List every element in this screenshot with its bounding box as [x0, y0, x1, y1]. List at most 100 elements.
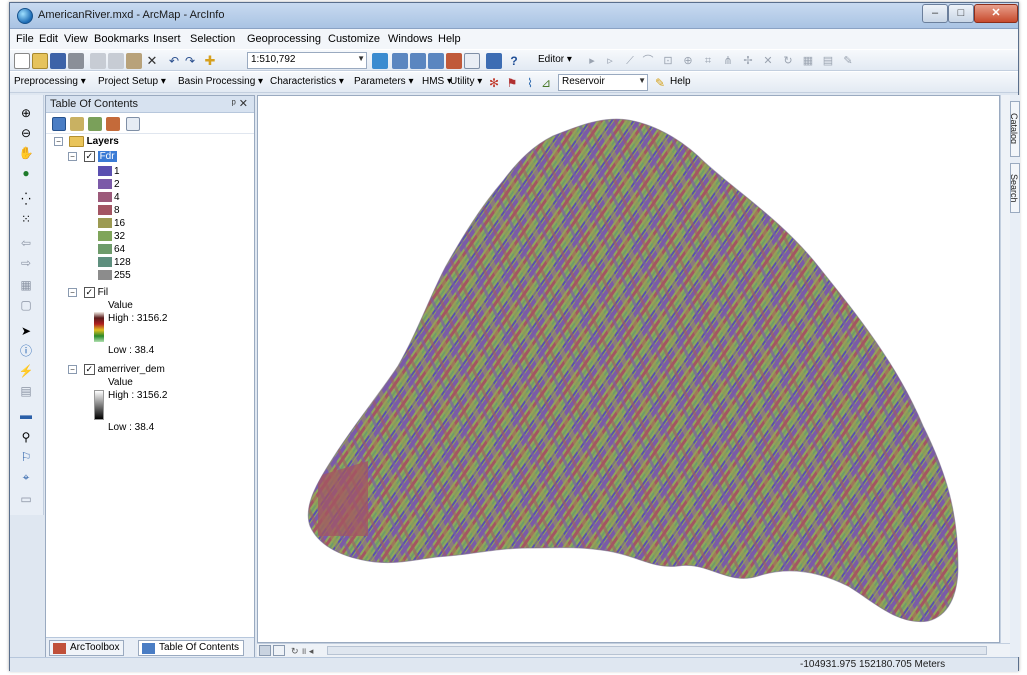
tab-catalog[interactable]: Catalog: [1010, 101, 1020, 157]
split-tool-icon[interactable]: ✕: [760, 53, 776, 69]
forward-extent-icon[interactable]: ⇨: [18, 255, 34, 271]
editor-toolbar-icon[interactable]: [372, 53, 388, 69]
catalog-window-icon[interactable]: [410, 53, 426, 69]
layer-visibility-checkbox[interactable]: ✓: [83, 151, 95, 162]
list-by-drawing-order-icon[interactable]: [52, 117, 66, 131]
close-button[interactable]: ✕: [974, 4, 1018, 23]
menu-geoprocessing[interactable]: Geoprocessing: [247, 33, 321, 45]
copy-icon[interactable]: [108, 53, 124, 69]
options-icon[interactable]: [126, 117, 140, 131]
new-document-icon[interactable]: [14, 53, 30, 69]
arctoolbox-icon[interactable]: [446, 53, 462, 69]
table-of-contents-icon[interactable]: [392, 53, 408, 69]
map-horizontal-scrollbar[interactable]: ↻ ॥ ◂: [257, 643, 1010, 657]
menu-insert[interactable]: Insert: [153, 33, 181, 45]
map-display[interactable]: [257, 95, 1000, 643]
measure-icon[interactable]: ▬: [18, 407, 34, 423]
list-by-source-icon[interactable]: [70, 117, 84, 131]
add-data-icon[interactable]: ✚: [202, 53, 218, 69]
menu-hms[interactable]: HMS ▾: [422, 76, 452, 87]
menu-basin-processing[interactable]: Basin Processing ▾: [178, 76, 263, 87]
layer-fdr[interactable]: − ✓ Fdr: [68, 151, 117, 163]
menu-parameters[interactable]: Parameters ▾: [354, 76, 413, 87]
redo-icon[interactable]: ↷: [182, 53, 198, 69]
select-features-icon[interactable]: ▦: [18, 277, 34, 293]
straight-segment-icon[interactable]: ⟋: [622, 53, 638, 69]
delete-icon[interactable]: ✕: [144, 53, 160, 69]
editor-menu[interactable]: Editor ▾: [538, 54, 572, 65]
list-by-selection-icon[interactable]: [106, 117, 120, 131]
html-popup-icon[interactable]: ▤: [18, 383, 34, 399]
tab-table-of-contents[interactable]: Table Of Contents: [138, 640, 245, 656]
clear-selection-icon[interactable]: ▢: [18, 297, 34, 313]
list-by-visibility-icon[interactable]: [88, 117, 102, 131]
flow-path-icon[interactable]: ⌇: [522, 75, 538, 91]
fixed-zoom-out-icon[interactable]: ⁙: [18, 211, 34, 227]
scrollbar-thumb[interactable]: [327, 646, 987, 655]
layer-name[interactable]: amerriver_dem: [98, 364, 165, 375]
geohms-help-button[interactable]: Help: [670, 76, 691, 87]
collapse-icon[interactable]: −: [68, 365, 77, 374]
tab-search[interactable]: Search: [1010, 163, 1020, 213]
layer-fil[interactable]: − ✓ Fil: [68, 287, 108, 298]
open-folder-icon[interactable]: [32, 53, 48, 69]
back-extent-icon[interactable]: ⇦: [18, 235, 34, 251]
add-outlet-icon[interactable]: ⚑: [504, 75, 520, 91]
profile-icon[interactable]: ⊿: [538, 75, 554, 91]
cut-icon[interactable]: [90, 53, 106, 69]
sketch-properties-icon[interactable]: ▤: [820, 53, 836, 69]
trace-icon[interactable]: ⊡: [660, 53, 676, 69]
menu-file[interactable]: File: [16, 33, 34, 45]
model-builder-icon[interactable]: [486, 53, 502, 69]
pencil-icon[interactable]: ✎: [652, 75, 668, 91]
pan-icon[interactable]: ✋: [18, 145, 34, 161]
zoom-out-icon[interactable]: ⊖: [18, 125, 34, 141]
menu-windows[interactable]: Windows: [388, 33, 433, 45]
menu-edit[interactable]: Edit: [39, 33, 58, 45]
collapse-icon[interactable]: −: [68, 152, 77, 161]
menu-customize[interactable]: Customize: [328, 33, 380, 45]
paste-icon[interactable]: [126, 53, 142, 69]
hyperlink-icon[interactable]: ⚡: [18, 363, 34, 379]
reservoir-combo[interactable]: Reservoir ▼: [558, 74, 648, 91]
point-icon[interactable]: ⊕: [680, 53, 696, 69]
menu-bookmarks[interactable]: Bookmarks: [94, 33, 149, 45]
end-point-arc-icon[interactable]: ⌒: [640, 53, 656, 69]
menu-help[interactable]: Help: [438, 33, 461, 45]
layer-visibility-checkbox[interactable]: ✓: [83, 287, 95, 298]
edit-vertices-icon[interactable]: ⌗: [700, 53, 716, 69]
zoom-in-icon[interactable]: ⊕: [18, 105, 34, 121]
layer-name[interactable]: Fdr: [97, 151, 117, 163]
full-extent-icon[interactable]: ●: [18, 165, 34, 181]
fixed-zoom-in-icon[interactable]: ⁛: [18, 191, 34, 207]
menu-characteristics[interactable]: Characteristics ▾: [270, 76, 344, 87]
maximize-button[interactable]: □: [948, 4, 974, 23]
layer-amerriver-dem[interactable]: − ✓ amerriver_dem: [68, 364, 165, 375]
menu-utility[interactable]: Utility ▾: [450, 76, 482, 87]
cut-polygons-icon[interactable]: ✢: [740, 53, 756, 69]
layout-view-icon[interactable]: [273, 645, 285, 656]
find-route-icon[interactable]: ⚐: [18, 449, 34, 465]
layer-name[interactable]: Fil: [98, 287, 109, 298]
layers-root[interactable]: − Layers: [54, 136, 119, 147]
edit-annotation-icon[interactable]: ▹: [602, 53, 618, 69]
find-icon[interactable]: ⚲: [18, 429, 34, 445]
menu-selection[interactable]: Selection: [190, 33, 235, 45]
data-view-icon[interactable]: [259, 645, 271, 656]
time-slider-icon[interactable]: ▭: [18, 491, 34, 507]
edit-tool-icon[interactable]: ▸: [584, 53, 600, 69]
collapse-icon[interactable]: −: [68, 288, 77, 297]
create-features-icon[interactable]: ✎: [840, 53, 856, 69]
attributes-icon[interactable]: ▦: [800, 53, 816, 69]
identify-icon[interactable]: ⓘ: [18, 343, 34, 359]
select-elements-icon[interactable]: ➤: [18, 323, 34, 339]
menu-preprocessing[interactable]: Preprocessing ▾: [14, 76, 86, 87]
rotate-icon[interactable]: ↻: [780, 53, 796, 69]
map-vertical-scrollbar[interactable]: [1000, 95, 1010, 643]
toc-pin-close-button[interactable]: ᵖ ✕: [232, 97, 248, 110]
collapse-icon[interactable]: −: [54, 137, 63, 146]
minimize-button[interactable]: –: [922, 4, 948, 23]
go-to-xy-icon[interactable]: ⌖: [18, 469, 34, 485]
save-icon[interactable]: [50, 53, 66, 69]
point-delineation-icon[interactable]: ✻: [486, 75, 502, 91]
